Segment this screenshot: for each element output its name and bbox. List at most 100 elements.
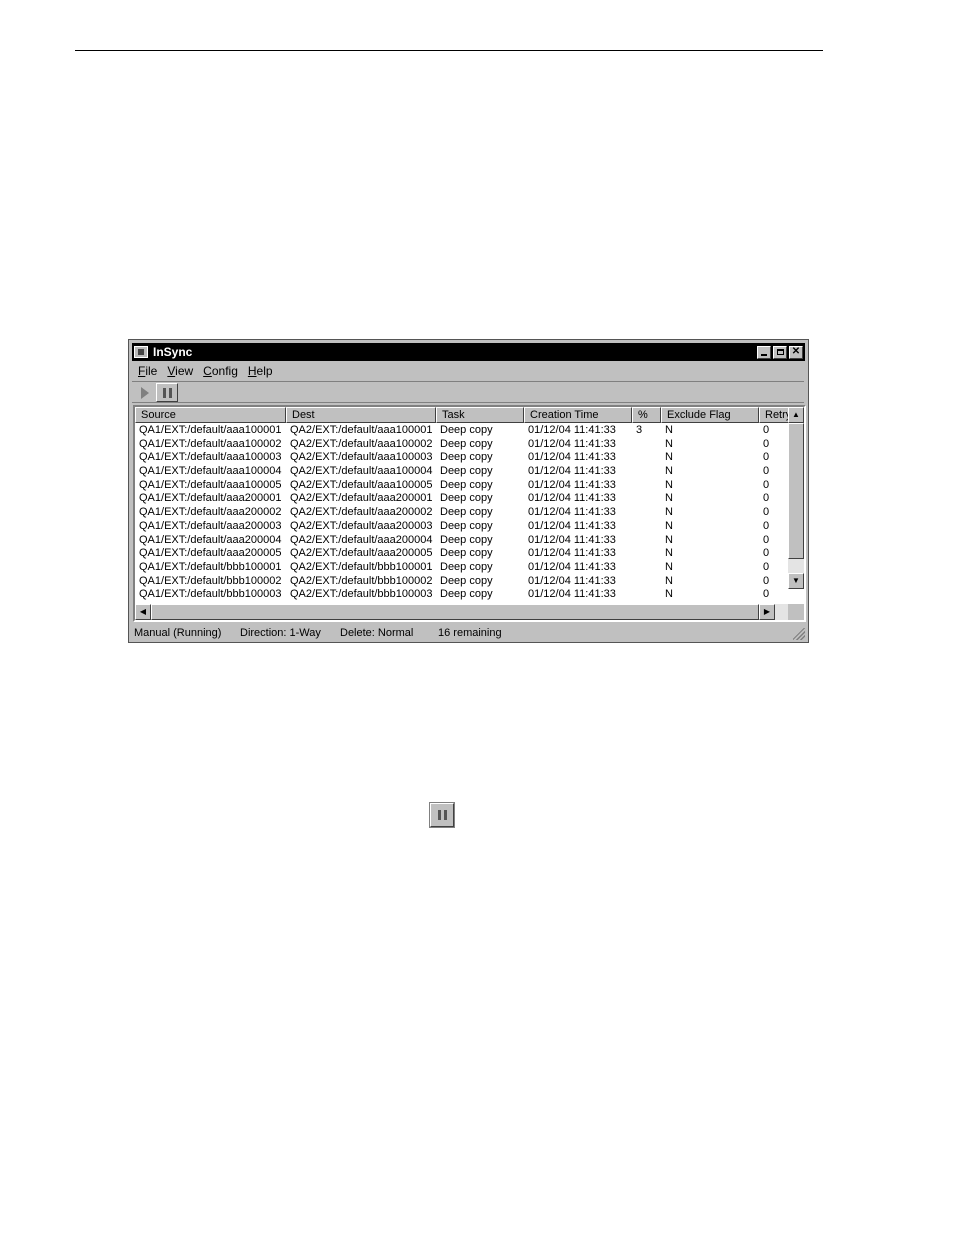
horizontal-scroll-thumb[interactable] — [151, 604, 759, 620]
minimize-icon — [761, 353, 767, 356]
table-row[interactable]: QA1/EXT:/default/aaa200002 QA2/EXT:/defau… — [135, 506, 791, 520]
cell-creation-time: 01/12/04 11:41:33 — [528, 588, 616, 601]
cell-creation-time: 01/12/04 11:41:33 — [528, 560, 616, 573]
cell-retry: 0 — [763, 519, 770, 532]
cell-source: QA1/EXT:/default/aaa200002 — [139, 506, 282, 519]
cell-dest: QA2/EXT:/default/bbb100001 — [290, 560, 433, 573]
table-row[interactable]: QA1/EXT:/default/aaa100003 QA2/EXT:/defau… — [135, 451, 791, 465]
cell-task: Deep copy — [440, 478, 493, 491]
cell-percent — [632, 479, 661, 493]
cell-exclude-flag: N — [665, 519, 673, 532]
column-header-task[interactable]: Task — [436, 407, 524, 423]
menu-file-label: ile — [145, 364, 158, 378]
resize-grip-icon[interactable] — [793, 628, 805, 640]
pause-icon — [162, 387, 172, 398]
column-header-dest[interactable]: Dest — [286, 407, 436, 423]
cell-dest: QA2/EXT:/default/aaa100005 — [290, 478, 433, 491]
cell-percent — [632, 520, 661, 534]
cell-creation-time: 01/12/04 11:41:33 — [528, 424, 616, 436]
title-bar[interactable]: InSync ✕ — [132, 343, 805, 361]
cell-dest: QA2/EXT:/default/aaa200001 — [290, 492, 433, 505]
table-row[interactable]: QA1/EXT:/default/aaa200004 QA2/EXT:/defau… — [135, 534, 791, 548]
column-header-source[interactable]: Source — [135, 407, 286, 423]
window-title: InSync — [153, 345, 193, 359]
menu-file[interactable]: File — [133, 364, 162, 378]
scrollbar-corner — [788, 604, 804, 620]
scroll-right-button[interactable]: ▶ — [759, 604, 775, 620]
table-row[interactable]: QA1/EXT:/default/aaa100004 QA2/EXT:/defau… — [135, 465, 791, 479]
insync-window: InSync ✕ File View Config Help Source De… — [128, 339, 809, 643]
pause-button-illustration — [430, 803, 454, 827]
menu-config-mnemonic: C — [203, 364, 212, 378]
cell-retry: 0 — [763, 506, 770, 519]
cell-source: QA1/EXT:/default/aaa100001 — [139, 424, 282, 436]
cell-creation-time: 01/12/04 11:41:33 — [528, 574, 616, 587]
cell-exclude-flag: N — [665, 560, 673, 573]
cell-exclude-flag: N — [665, 533, 673, 546]
cell-exclude-flag: N — [665, 506, 673, 519]
minimize-button[interactable] — [757, 345, 771, 359]
menu-config[interactable]: Config — [198, 364, 243, 378]
menu-help[interactable]: Help — [243, 364, 278, 378]
cell-task: Deep copy — [440, 437, 493, 450]
arrow-up-icon: ▲ — [792, 410, 800, 419]
cell-source: QA1/EXT:/default/aaa200005 — [139, 547, 282, 560]
table-row[interactable]: QA1/EXT:/default/aaa100005 QA2/EXT:/defau… — [135, 479, 791, 493]
table-row[interactable]: QA1/EXT:/default/bbb100001 QA2/EXT:/defau… — [135, 561, 791, 575]
table-row[interactable]: QA1/EXT:/default/aaa200003 QA2/EXT:/defau… — [135, 520, 791, 534]
column-header-percent[interactable]: % — [632, 407, 661, 423]
cell-source: QA1/EXT:/default/aaa100005 — [139, 478, 282, 491]
pause-button[interactable] — [156, 383, 178, 402]
table-row[interactable]: QA1/EXT:/default/aaa200005 QA2/EXT:/defau… — [135, 547, 791, 561]
cell-source: QA1/EXT:/default/aaa200001 — [139, 492, 282, 505]
menu-view-label: iew — [175, 364, 194, 378]
table-row[interactable]: QA1/EXT:/default/bbb100002 QA2/EXT:/defau… — [135, 575, 791, 589]
vertical-scrollbar[interactable]: ▲ ▼ — [788, 407, 804, 589]
close-button[interactable]: ✕ — [789, 345, 803, 359]
cell-creation-time: 01/12/04 11:41:33 — [528, 465, 616, 478]
scroll-up-button[interactable]: ▲ — [788, 407, 804, 423]
cell-exclude-flag: N — [665, 437, 673, 450]
job-list[interactable]: Source Dest Task Creation Time % Exclude… — [133, 405, 806, 622]
page-header-rule — [75, 50, 823, 51]
status-delete: Delete: Normal — [340, 627, 414, 639]
cell-source: QA1/EXT:/default/aaa100002 — [139, 437, 282, 450]
table-row[interactable]: QA1/EXT:/default/aaa100002 QA2/EXT:/defau… — [135, 438, 791, 452]
cell-creation-time: 01/12/04 11:41:33 — [528, 451, 616, 464]
cell-retry: 0 — [763, 588, 770, 601]
menu-view[interactable]: View — [162, 364, 198, 378]
cell-retry: 0 — [763, 437, 770, 450]
menu-view-mnemonic: V — [167, 364, 176, 378]
table-row[interactable]: QA1/EXT:/default/aaa100001 QA2/EXT:/defau… — [135, 424, 791, 438]
cell-task: Deep copy — [440, 547, 493, 560]
cell-retry: 0 — [763, 478, 770, 491]
cell-retry: 0 — [763, 547, 770, 560]
play-button[interactable] — [134, 383, 156, 402]
cell-task: Deep copy — [440, 533, 493, 546]
cell-task: Deep copy — [440, 465, 493, 478]
app-icon — [134, 346, 148, 358]
cell-creation-time: 01/12/04 11:41:33 — [528, 478, 616, 491]
table-row[interactable]: QA1/EXT:/default/aaa200001 QA2/EXT:/defau… — [135, 492, 791, 506]
horizontal-scrollbar[interactable]: ◀ ▶ — [135, 604, 791, 620]
scroll-down-button[interactable]: ▼ — [788, 573, 804, 589]
list-rows: QA1/EXT:/default/aaa100001 QA2/EXT:/defau… — [135, 424, 791, 602]
scroll-left-button[interactable]: ◀ — [135, 604, 151, 620]
cell-source: QA1/EXT:/default/aaa200003 — [139, 519, 282, 532]
cell-creation-time: 01/12/04 11:41:33 — [528, 519, 616, 532]
cell-retry: 0 — [763, 451, 770, 464]
close-icon: ✕ — [791, 346, 801, 357]
cell-task: Deep copy — [440, 506, 493, 519]
cell-source: QA1/EXT:/default/aaa100003 — [139, 451, 282, 464]
vertical-scroll-thumb[interactable] — [788, 423, 804, 559]
status-remaining: 16 remaining — [438, 627, 502, 639]
cell-creation-time: 01/12/04 11:41:33 — [528, 506, 616, 519]
column-header-retry[interactable]: Retry — [759, 407, 791, 423]
cell-creation-time: 01/12/04 11:41:33 — [528, 547, 616, 560]
cell-task: Deep copy — [440, 574, 493, 587]
menu-help-label: elp — [256, 364, 273, 378]
maximize-button[interactable] — [773, 345, 787, 359]
column-header-creation-time[interactable]: Creation Time — [524, 407, 632, 423]
column-header-exclude-flag[interactable]: Exclude Flag — [661, 407, 759, 423]
table-row[interactable]: QA1/EXT:/default/bbb100003 QA2/EXT:/defau… — [135, 588, 791, 602]
